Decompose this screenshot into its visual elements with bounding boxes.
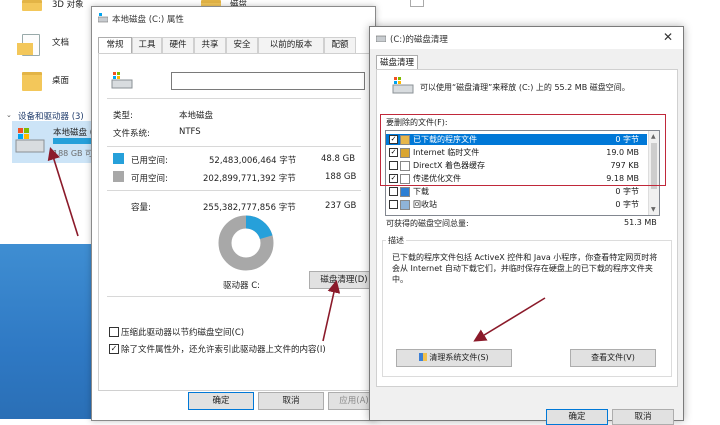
- arrow-to-cleanup-button: [322, 279, 341, 342]
- arrow-to-drive: [47, 146, 79, 237]
- annotation-arrows: [47, 146, 546, 342]
- arrow-to-clean-system-files: [473, 297, 546, 342]
